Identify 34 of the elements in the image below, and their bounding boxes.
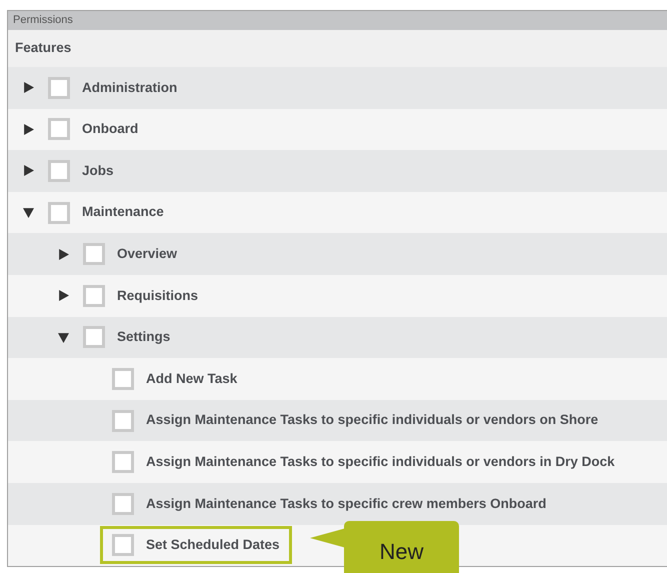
feature-label: Set Scheduled Dates [146, 536, 280, 554]
checkbox[interactable] [48, 76, 70, 99]
collapse-arrow-icon[interactable] [23, 207, 34, 218]
checkbox[interactable] [48, 160, 70, 182]
feature-label: Add New Task [146, 370, 238, 388]
checkbox[interactable] [83, 243, 105, 266]
panel-title: Permissions [13, 13, 73, 28]
feature-label: Assign Maintenance Tasks to specific crew members Onboard [146, 494, 546, 513]
checkbox[interactable] [83, 284, 105, 307]
callout-bubble: New [344, 520, 459, 573]
expand-arrow-icon[interactable] [58, 248, 69, 260]
feature-label: Assign Maintenance Tasks to specific individuals or vendors on Shore [146, 411, 598, 430]
feature-label: Onboard [82, 120, 138, 138]
feature-label: Jobs [82, 162, 114, 180]
checkbox[interactable] [112, 410, 134, 432]
checkbox[interactable] [83, 326, 105, 348]
feature-label: Settings [117, 328, 170, 346]
collapse-arrow-icon[interactable] [58, 332, 69, 343]
feature-label: Maintenance [82, 203, 164, 222]
checkbox[interactable] [112, 534, 134, 556]
checkbox[interactable] [112, 451, 134, 474]
expand-arrow-icon[interactable] [23, 165, 34, 176]
feature-label: Assign Maintenance Tasks to specific individuals or vendors in Dry Dock [146, 453, 615, 472]
feature-label: Requisitions [117, 286, 198, 305]
checkbox[interactable] [48, 202, 70, 224]
checkbox[interactable] [48, 118, 70, 140]
expand-arrow-icon[interactable] [58, 290, 69, 302]
expand-arrow-icon[interactable] [23, 82, 34, 94]
features-heading: Features [15, 39, 72, 58]
feature-label: Administration [82, 78, 178, 97]
expand-arrow-icon[interactable] [23, 124, 34, 135]
checkbox[interactable] [112, 368, 134, 390]
feature-label: Overview [117, 245, 178, 264]
checkbox[interactable] [112, 492, 134, 515]
